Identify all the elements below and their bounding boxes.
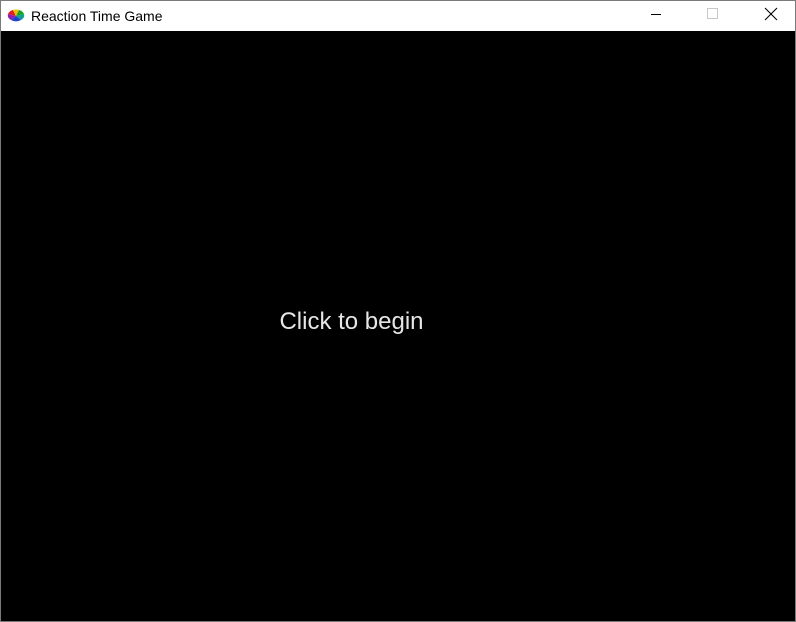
color-wheel-icon [7, 8, 25, 24]
title-bar[interactable]: Reaction Time Game [1, 1, 795, 31]
minimize-icon [650, 7, 662, 25]
window-title: Reaction Time Game [31, 8, 163, 24]
game-canvas[interactable]: Click to begin [1, 31, 795, 621]
app-window: Reaction Time Game Click to begin [0, 0, 796, 622]
start-prompt: Click to begin [279, 308, 424, 335]
maximize-icon [707, 7, 719, 25]
maximize-button[interactable] [690, 1, 736, 31]
close-icon [764, 7, 778, 26]
close-button[interactable] [748, 1, 794, 31]
minimize-button[interactable] [633, 1, 679, 31]
